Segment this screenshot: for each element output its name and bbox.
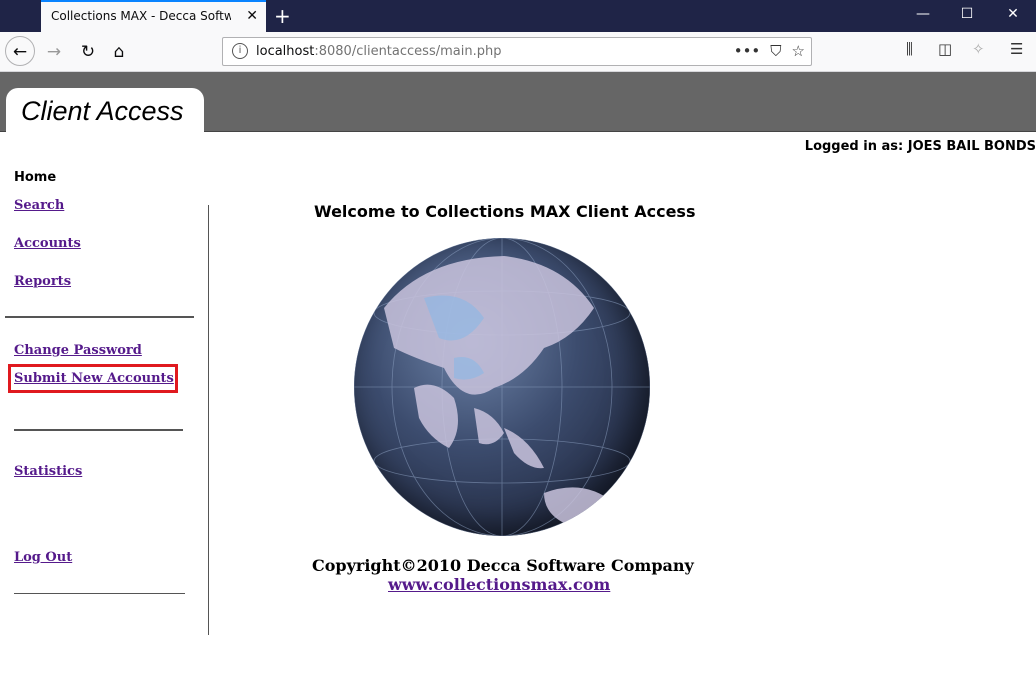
back-button-icon[interactable]: ← (5, 36, 35, 66)
site-info-icon[interactable]: i (232, 43, 248, 59)
url-actions: ••• ⛉ ☆ (724, 42, 805, 60)
url-bar[interactable]: i localhost:8080/clientaccess/main.php •… (222, 37, 812, 66)
pocket-icon[interactable]: ⛉ (770, 42, 781, 60)
reload-icon[interactable]: ↻ (76, 40, 100, 64)
logged-in-status: Logged in as: JOES BAIL BONDS (804, 139, 1036, 154)
sidebar-item-search[interactable]: Search (14, 198, 64, 213)
sidebar-item-change-password[interactable]: Change Password (14, 343, 142, 358)
sidebar-separator (5, 316, 194, 318)
browser-tab-strip: Collections MAX - Decca Software C ✕ + —… (0, 0, 1036, 32)
forward-button-icon[interactable]: → (42, 40, 66, 64)
browser-nav-bar: ← → ↻ ⌂ i localhost:8080/clientaccess/ma… (0, 32, 1036, 72)
sidebar-item-log-out[interactable]: Log Out (14, 550, 72, 565)
website-link[interactable]: www.collectionsmax.com (388, 575, 610, 594)
tab-title: Collections MAX - Decca Software C (51, 9, 231, 23)
welcome-heading: Welcome to Collections MAX Client Access (314, 202, 696, 221)
sidebar-toggle-icon[interactable]: ◫ (938, 40, 952, 58)
close-icon[interactable]: ✕ (1003, 6, 1023, 22)
sidebar-divider (208, 205, 209, 635)
menu-icon[interactable]: ☰ (1010, 40, 1023, 58)
copyright-text: Copyright©2010 Decca Software Company (312, 556, 694, 575)
sidebar-item-accounts[interactable]: Accounts (14, 236, 81, 251)
page-actions-icon[interactable]: ••• (734, 42, 761, 60)
new-tab-button[interactable]: + (274, 4, 291, 28)
url-path: :8080/clientaccess/main.php (314, 44, 502, 59)
sidebar-item-reports[interactable]: Reports (14, 274, 71, 289)
url-host: localhost (256, 44, 315, 59)
url-text[interactable]: localhost:8080/clientaccess/main.php (256, 44, 501, 59)
tab-close-icon[interactable]: ✕ (246, 8, 258, 24)
minimize-icon[interactable]: — (913, 6, 933, 22)
browser-tab[interactable]: Collections MAX - Decca Software C ✕ (41, 0, 266, 32)
bookmark-star-icon[interactable]: ☆ (792, 42, 805, 60)
sidebar-item-home: Home (14, 170, 57, 185)
sidebar (0, 150, 210, 640)
sidebar-separator (14, 429, 183, 431)
globe-image (354, 238, 650, 536)
extension-icon[interactable]: ✧ (972, 40, 985, 58)
home-icon[interactable]: ⌂ (107, 40, 131, 64)
sidebar-item-statistics[interactable]: Statistics (14, 464, 82, 479)
globe-graphic (354, 238, 650, 536)
library-icon[interactable]: ⫼ (906, 40, 913, 58)
sidebar-separator (14, 593, 185, 594)
page-title: Client Access (21, 96, 184, 126)
sidebar-item-submit-new-accounts[interactable]: Submit New Accounts (14, 371, 174, 386)
maximize-icon[interactable]: ☐ (957, 6, 977, 22)
